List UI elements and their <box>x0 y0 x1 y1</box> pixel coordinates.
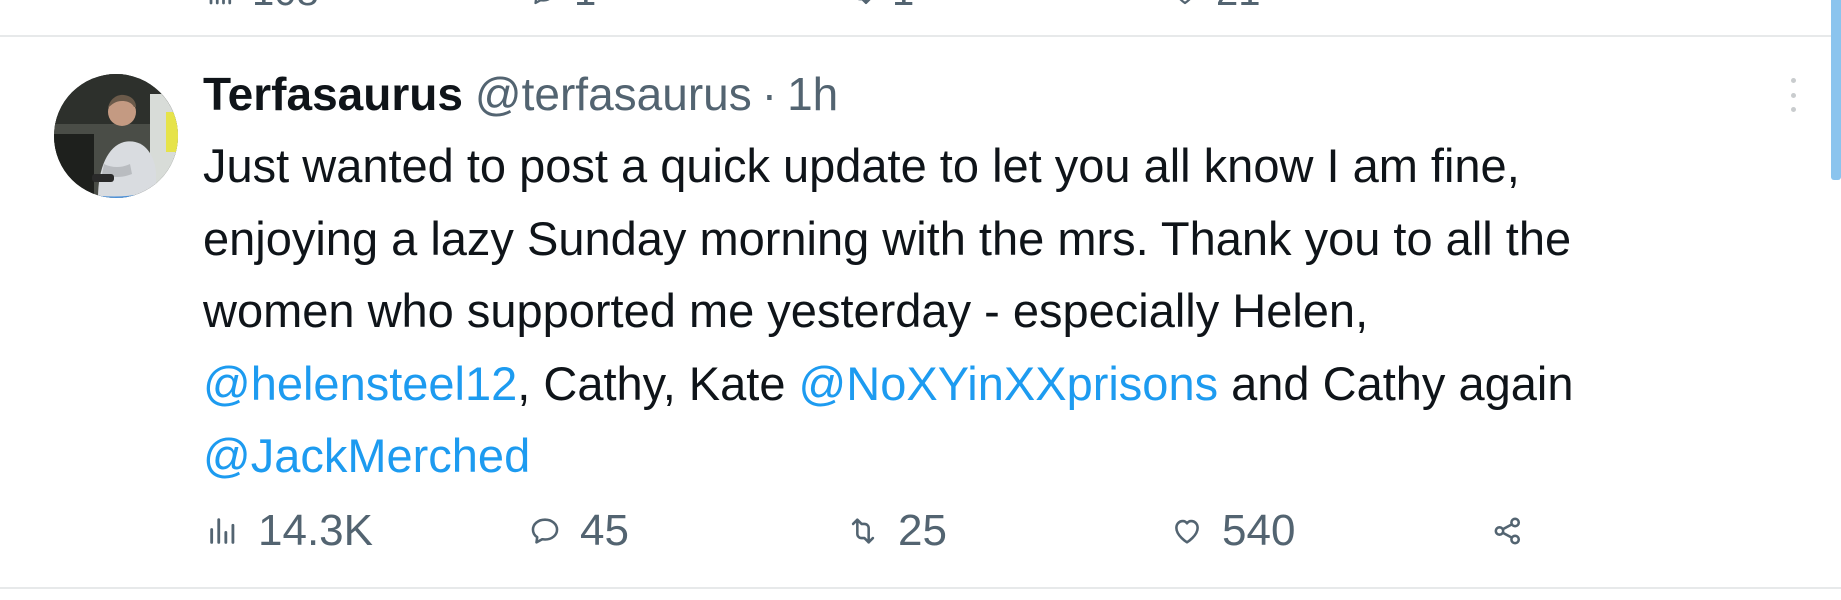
prev-retweet-button[interactable]: 1 <box>846 0 914 15</box>
like-count: 540 <box>1222 506 1296 555</box>
tweet-timestamp[interactable]: 1h <box>787 67 838 121</box>
tweet-text-line: @JackMerched <box>203 420 1803 493</box>
tweet-text-line: enjoying a lazy Sunday morning with the … <box>203 211 1572 265</box>
analytics-icon <box>209 0 232 4</box>
mention-link[interactable]: @helensteel12 <box>203 357 517 410</box>
reply-button[interactable]: 45 <box>528 506 629 556</box>
views-count: 14.3K <box>258 506 373 555</box>
tweet-text-line: Just wanted to post a quick update to le… <box>203 139 1520 192</box>
tweet-text-fragment: and Cathy again <box>1218 356 1574 410</box>
reply-count: 45 <box>580 506 629 555</box>
retweet-button[interactable]: 25 <box>846 506 947 556</box>
more-options-button[interactable] <box>1783 78 1803 112</box>
more-dot <box>1790 107 1796 112</box>
avatar[interactable] <box>54 74 178 198</box>
timeline: 108 1 1 21 <box>0 0 1841 600</box>
like-button[interactable]: 540 <box>1170 506 1295 556</box>
prev-reply-count: 1 <box>574 0 596 15</box>
tweet-text-line: women who supported me yesterday - espec… <box>203 284 1369 337</box>
avatar-photo <box>54 74 178 198</box>
previous-tweet-actions: 108 1 1 21 <box>0 0 1841 14</box>
prev-views-count: 108 <box>252 0 319 15</box>
scrollbar[interactable] <box>1831 0 1841 180</box>
prev-views-button[interactable]: 108 <box>206 0 319 15</box>
share-button[interactable] <box>1491 506 1543 556</box>
heart-icon <box>1175 519 1199 544</box>
views-button[interactable]: 14.3K <box>206 506 373 556</box>
prev-like-button[interactable]: 21 <box>1170 0 1261 15</box>
retweet-count: 25 <box>898 506 947 555</box>
display-name[interactable]: Terfasaurus <box>203 67 463 121</box>
tweet-text: Just wanted to post a quick update to le… <box>203 130 1803 493</box>
reply-icon <box>534 0 549 4</box>
header-separator: · <box>761 68 778 120</box>
heart-icon <box>1180 0 1190 4</box>
prev-retweet-count: 1 <box>892 0 914 15</box>
retweet-icon <box>861 0 871 4</box>
more-dot <box>1790 92 1796 98</box>
tweet-header: Terfasaurus @terfasaurus · 1h <box>203 64 838 124</box>
tweet-divider <box>0 35 1841 37</box>
prev-like-count: 21 <box>1216 0 1261 15</box>
analytics-icon <box>210 518 235 544</box>
mention-link[interactable]: @NoXYinXXprisons <box>799 357 1219 410</box>
reply-icon <box>531 518 559 544</box>
more-dots-icon <box>1790 78 1796 83</box>
tweet-divider <box>0 587 1841 589</box>
mention-link[interactable]: @JackMerched <box>203 429 530 482</box>
retweet-icon <box>851 518 875 544</box>
prev-reply-button[interactable]: 1 <box>528 0 596 15</box>
share-icon <box>1494 517 1521 545</box>
tweet-text-fragment: , Cathy, Kate <box>517 356 799 410</box>
user-handle[interactable]: @terfasaurus <box>475 67 752 121</box>
tweet-text-line: @helensteel12, Cathy, Kate @NoXYinXXpris… <box>203 348 1803 421</box>
